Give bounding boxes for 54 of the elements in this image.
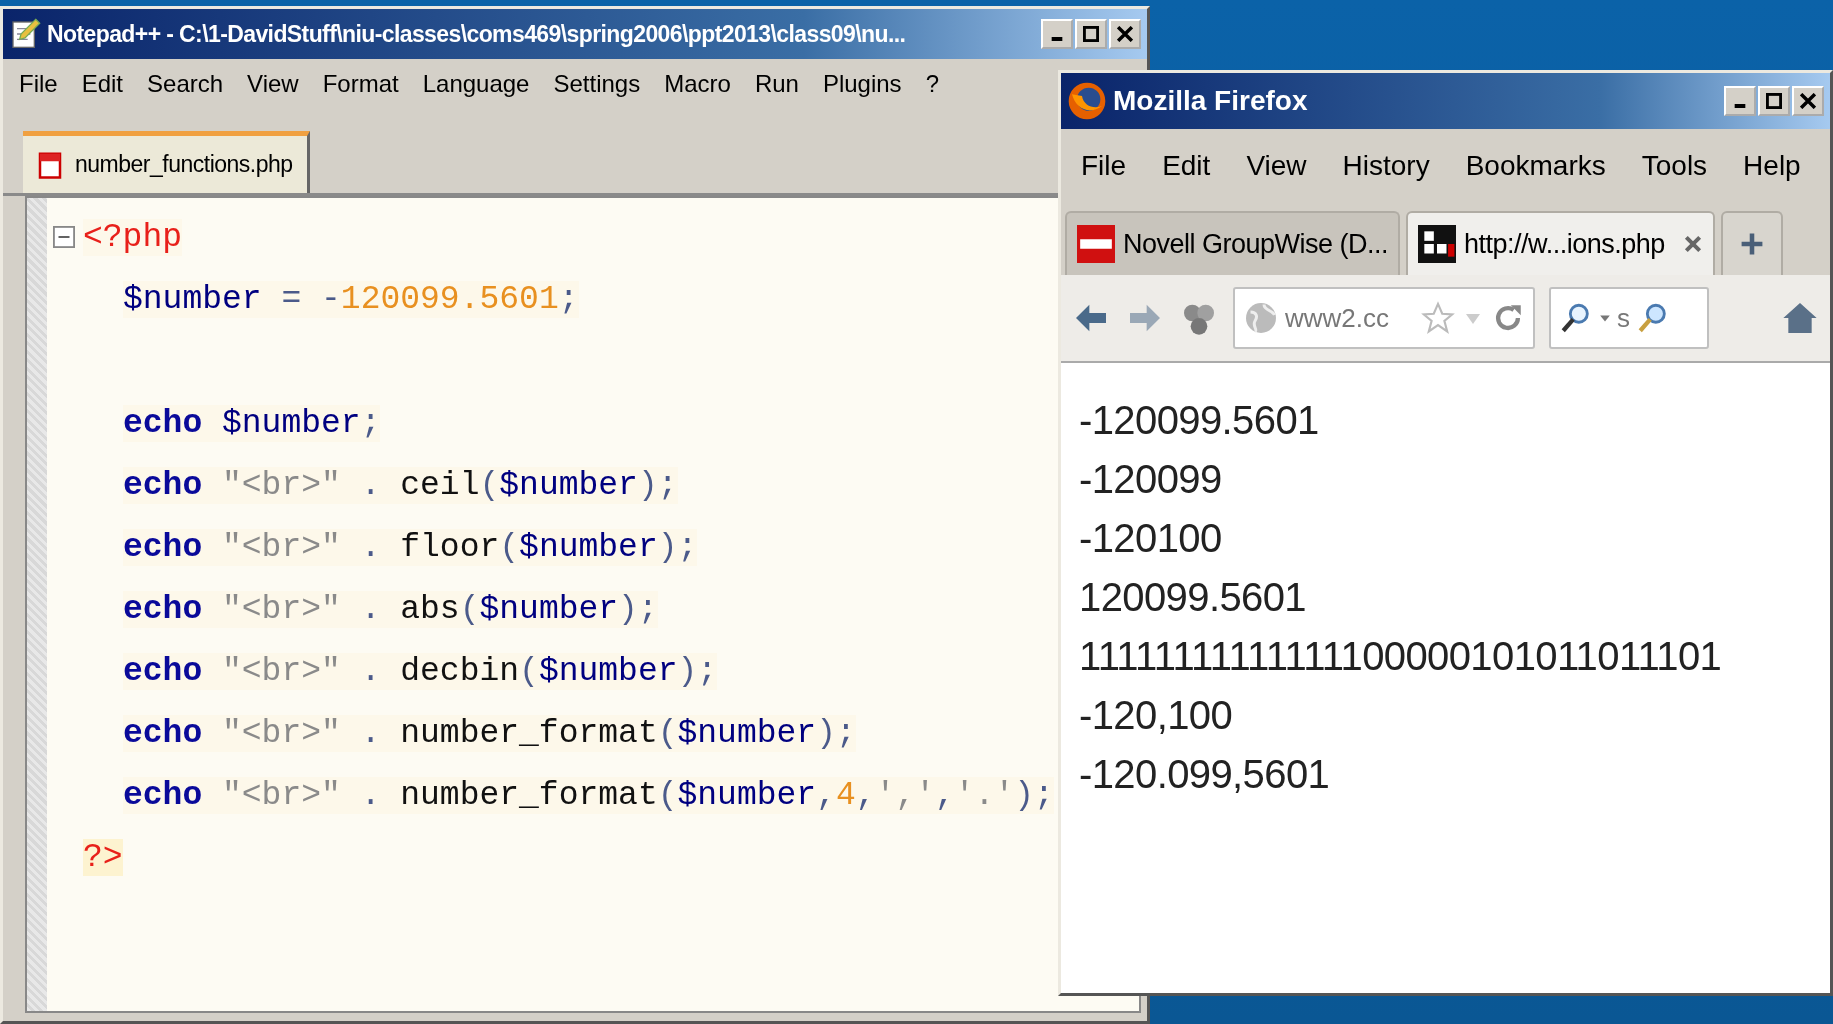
- star-icon[interactable]: [1421, 301, 1455, 335]
- output-line: 120099.5601: [1079, 574, 1307, 621]
- menu-item[interactable]: View: [247, 70, 299, 98]
- output-line: -120100: [1079, 515, 1223, 562]
- window-title: Mozilla Firefox: [1113, 85, 1309, 117]
- fold-icon[interactable]: [53, 226, 75, 248]
- grid-icon: [1418, 225, 1457, 263]
- maximize-button[interactable]: [1758, 86, 1790, 116]
- minimize-icon: [1051, 37, 1063, 41]
- menu-item[interactable]: Language: [422, 70, 530, 98]
- browser-tab[interactable]: http://w...ions.php: [1406, 211, 1715, 275]
- browser-tab[interactable]: Novell GroupWise (D...: [1065, 211, 1401, 275]
- menu-item[interactable]: File: [1081, 150, 1127, 182]
- menu-item[interactable]: History: [1342, 150, 1430, 182]
- globe-icon: [1243, 300, 1279, 336]
- notepad-icon: [9, 18, 41, 50]
- maximize-icon: [1083, 26, 1099, 42]
- output-line: -120.099,5601: [1079, 751, 1331, 798]
- close-icon: [1117, 26, 1133, 42]
- output-line: -120099: [1079, 456, 1223, 503]
- menu-item[interactable]: Edit: [1162, 150, 1211, 182]
- minimize-button[interactable]: [1041, 19, 1073, 49]
- window-title: Notepad++ - C:\1-DavidStuff\niu-classes\coms469\spring2006\ppt2013\class09\nu...: [47, 20, 907, 48]
- menu-item[interactable]: Tools: [1641, 150, 1708, 182]
- menu-item[interactable]: Edit: [81, 70, 124, 98]
- address-bar[interactable]: www2.cc: [1233, 287, 1535, 349]
- menu-item[interactable]: Bookmarks: [1465, 150, 1606, 182]
- menu-item[interactable]: Format: [322, 70, 399, 98]
- maximize-button[interactable]: [1075, 19, 1107, 49]
- menu-item[interactable]: Help: [1743, 150, 1801, 182]
- url-text: www2.cc: [1285, 302, 1390, 334]
- menu-item[interactable]: Settings: [553, 70, 641, 98]
- logo-icon: [1077, 225, 1115, 263]
- menu-item[interactable]: Search: [147, 70, 224, 98]
- file-tab[interactable]: number_functions.php: [23, 131, 310, 193]
- menu-item[interactable]: Run: [754, 70, 799, 98]
- menu-item[interactable]: View: [1246, 150, 1307, 182]
- output-line: -120,100: [1079, 692, 1234, 739]
- menu-item[interactable]: Plugins: [822, 70, 902, 98]
- minimize-icon: [1734, 104, 1746, 108]
- close-icon: [1800, 93, 1816, 109]
- output-line: 11111111111111100000101011011101: [1079, 633, 1723, 680]
- menu-item[interactable]: Macro: [664, 70, 731, 98]
- maximize-icon: [1766, 93, 1782, 109]
- new-tab-button[interactable]: [1720, 211, 1783, 275]
- output-line: -120099.5601: [1079, 397, 1320, 444]
- close-button[interactable]: [1792, 86, 1824, 116]
- search-field[interactable]: s: [1549, 287, 1709, 349]
- close-icon[interactable]: [1682, 234, 1703, 254]
- minimize-button[interactable]: [1724, 86, 1756, 116]
- menu-item[interactable]: ?: [925, 70, 939, 98]
- firefox-icon: [1067, 81, 1107, 121]
- menu-item[interactable]: File: [19, 70, 58, 98]
- close-button[interactable]: [1109, 19, 1141, 49]
